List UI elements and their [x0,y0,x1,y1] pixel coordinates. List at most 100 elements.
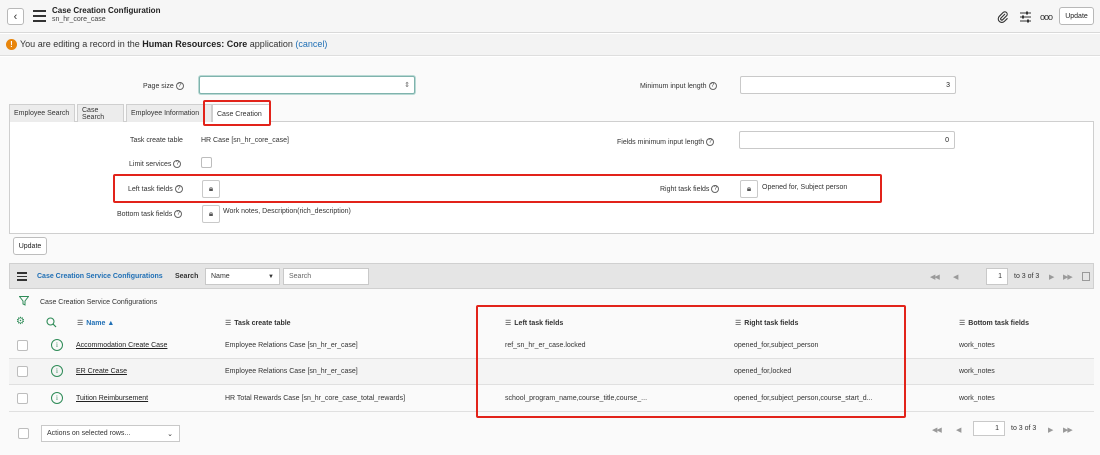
column-header-name[interactable]: ☰ Name ▲ [77,319,114,327]
search-icon[interactable] [46,317,57,330]
info-icon[interactable]: i [51,365,63,377]
page-number-input[interactable]: 1 [986,268,1008,285]
scope-warning-banner: ! You are editing a record in the Human … [0,34,1100,56]
row-task-create-table: Employee Relations Case [sn_hr_er_case] [225,368,358,375]
search-field-select[interactable]: Name ▼ [205,268,280,285]
search-label: Search [175,273,199,280]
tab-employee-search[interactable]: Employee Search [9,104,75,122]
info-icon[interactable]: i [51,392,63,404]
column-header-task-create-table[interactable]: ☰ Task create table [225,319,291,327]
footer-page-range-text: to 3 of 3 [1011,425,1037,432]
column-header-right-task-fields[interactable]: ☰ Right task fields [735,319,798,327]
more-icon[interactable]: ooo [1038,9,1054,25]
row-checkbox[interactable] [17,366,28,377]
row-left-task-fields: school_program_name,course_title,course_… [505,395,648,402]
row-name-link[interactable]: ER Create Case [76,368,127,375]
table-row[interactable]: i ER Create Case Employee Relations Case… [9,359,1094,385]
update-button[interactable]: Update [13,237,47,255]
row-task-create-table: Employee Relations Case [sn_hr_er_case] [225,342,358,349]
column-menu-icon: ☰ [735,320,742,327]
min-input-length-label: Minimum input length? [640,82,717,90]
row-task-create-table: HR Total Rewards Case [sn_hr_core_case_t… [225,395,406,402]
row-right-task-fields: opened_for,subject_person [734,342,819,349]
bottom-task-fields-label: Bottom task fields? [117,210,183,218]
right-task-fields-value: Opened for, Subject person [762,184,848,191]
column-menu-icon: ☰ [505,320,512,327]
column-header-bottom-task-fields[interactable]: ☰ Bottom task fields [959,319,1029,327]
cancel-link[interactable]: (cancel) [295,39,327,49]
row-right-task-fields: opened_for,locked [734,368,792,375]
first-page-icon[interactable]: ◀◀ [930,273,940,281]
row-checkbox[interactable] [17,340,28,351]
tab-employee-information[interactable]: Employee Information [126,104,212,122]
gear-icon[interactable]: ⚙ [16,316,25,327]
search-input[interactable]: Search [283,268,369,285]
last-page-icon[interactable]: ▶▶ [1063,426,1073,434]
footer-page-number-input[interactable]: 1 [973,421,1005,436]
lock-icon[interactable]: 🔒︎ [740,180,758,198]
help-icon[interactable]: ? [173,160,182,168]
spinner-icon[interactable]: ⇕ [404,81,410,89]
collapse-icon[interactable] [1082,272,1090,281]
actions-select[interactable]: Actions on selected rows... ⌄ [41,425,180,442]
list-menu-icon[interactable] [17,272,27,281]
form-table-name: sn_hr_core_case [52,16,106,23]
row-right-task-fields: opened_for,subject_person,course_start_d… [734,395,873,402]
prev-page-icon[interactable]: ◀ [953,273,958,281]
help-icon[interactable]: ? [174,185,183,193]
fields-min-length-input[interactable]: 0 [739,131,955,149]
prev-page-icon[interactable]: ◀ [956,426,961,434]
next-page-icon[interactable]: ▶ [1049,273,1054,281]
menu-icon[interactable] [33,10,46,22]
filter-icon[interactable] [18,296,30,308]
tab-case-creation[interactable]: Case Creation [212,104,270,123]
page-size-input[interactable]: ⇕ [199,76,415,94]
chevron-down-icon: ⌄ [167,430,173,438]
help-icon[interactable]: ? [708,82,717,90]
back-icon: ‹ [13,10,18,23]
limit-services-label: Limit services? [129,160,182,168]
column-menu-icon: ☰ [225,320,232,327]
scope-name: Human Resources: Core [142,39,248,49]
info-icon[interactable]: i [51,339,63,351]
last-page-icon[interactable]: ▶▶ [1063,273,1073,281]
limit-services-checkbox[interactable] [201,157,212,168]
next-page-icon[interactable]: ▶ [1048,426,1053,434]
sliders-icon[interactable] [1017,9,1033,25]
help-icon[interactable]: ? [706,138,715,146]
breadcrumb[interactable]: Case Creation Service Configurations [40,299,157,306]
task-create-table-value: HR Case [sn_hr_core_case] [201,137,289,144]
row-bottom-task-fields: work_notes [959,342,995,349]
first-page-icon[interactable]: ◀◀ [932,426,942,434]
paperclip-icon[interactable] [995,9,1011,25]
lock-icon[interactable]: 🔒︎ [202,205,220,223]
column-menu-icon: ☰ [959,320,966,327]
row-checkbox[interactable] [17,393,28,404]
related-list-header: Case Creation Service Configurations Sea… [9,263,1094,289]
lock-icon[interactable]: 🔒︎ [202,180,220,198]
row-name-link[interactable]: Tuition Reimbursement [76,395,148,402]
banner-text: You are editing a record in the Human Re… [20,39,328,49]
min-input-length-input[interactable]: 3 [740,76,956,94]
form-title: Case Creation Configuration [52,6,161,15]
select-all-checkbox[interactable] [18,428,29,439]
table-row[interactable]: i Tuition Reimbursement HR Total Rewards… [9,386,1094,412]
page-range-text: to 3 of 3 [1014,273,1040,280]
right-task-fields-label: Right task fields? [660,185,720,193]
help-icon[interactable]: ? [175,82,184,90]
help-icon[interactable]: ? [711,185,720,193]
related-list-title[interactable]: Case Creation Service Configurations [37,273,163,280]
warning-icon: ! [6,39,17,50]
back-button[interactable]: ‹ [7,8,24,25]
section-tabs: Employee Search Case Search Employee Inf… [9,104,1094,123]
fields-min-length-label: Fields minimum input length? [617,138,715,146]
row-bottom-task-fields: work_notes [959,368,995,375]
row-name-link[interactable]: Accommodation Create Case [76,342,167,349]
row-bottom-task-fields: work_notes [959,395,995,402]
help-icon[interactable]: ? [174,210,183,218]
table-row[interactable]: i Accommodation Create Case Employee Rel… [9,333,1094,359]
header-update-button[interactable]: Update [1059,7,1094,25]
dropdown-arrow-icon: ▼ [268,273,274,280]
column-header-left-task-fields[interactable]: ☰ Left task fields [505,319,563,327]
tab-case-search[interactable]: Case Search [77,104,124,122]
